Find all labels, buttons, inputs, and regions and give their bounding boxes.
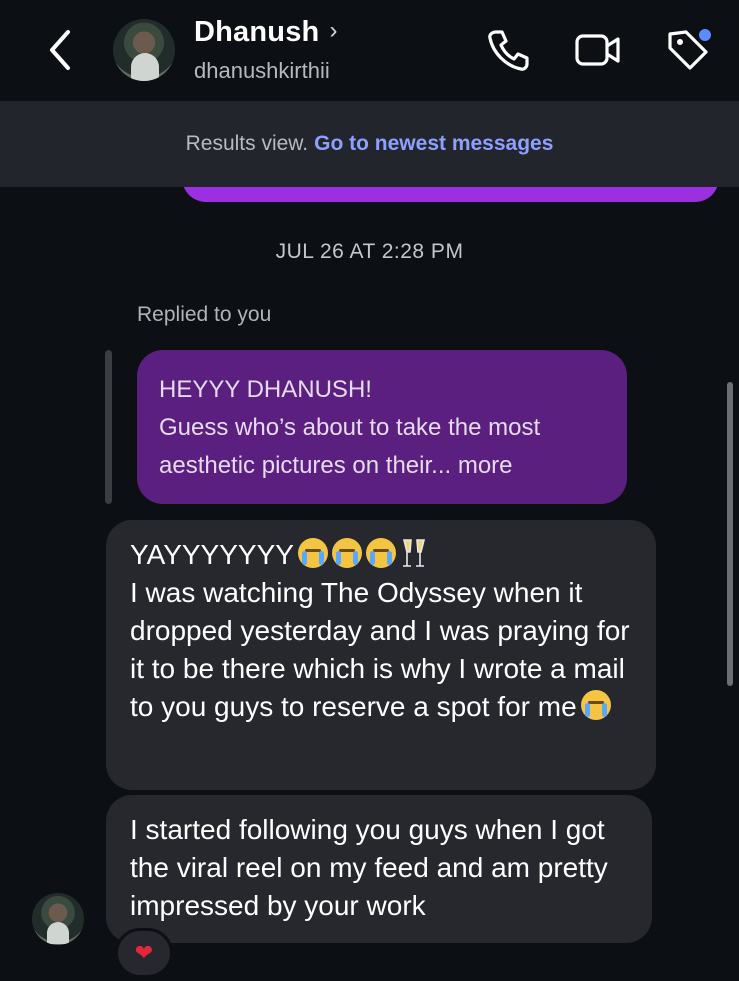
heart-icon: ❤: [134, 940, 154, 965]
replied-line: HEYYY DHANUSH!: [159, 376, 372, 403]
video-camera-icon: [575, 34, 620, 66]
call-button[interactable]: [482, 24, 534, 76]
results-banner: Results view. Go to newest messages: [0, 101, 739, 187]
crying-face-icon: [297, 538, 328, 568]
results-view-label: Results view.: [185, 132, 309, 155]
chevron-right-icon: ›: [329, 17, 338, 44]
replied-line: Guess who’s about to take the most: [159, 414, 541, 441]
video-call-button[interactable]: [572, 24, 624, 76]
message-text: I was watching The Odyssey when it dropp…: [130, 577, 630, 722]
contact-name: Dhanush: [194, 16, 320, 48]
message-timestamp: JUL 26 AT 2:28 PM: [275, 240, 464, 263]
go-to-newest-link[interactable]: Go to newest messages: [314, 132, 553, 155]
scrollbar[interactable]: [727, 382, 733, 686]
heart-reaction[interactable]: ❤: [115, 928, 173, 978]
crying-face-icon: [365, 538, 396, 568]
replied-label: Replied to you: [137, 303, 272, 326]
chat-header: Dhanush › dhanushkirthii: [0, 0, 739, 101]
chevron-left-icon: [50, 30, 70, 70]
reply-indicator-bar: [105, 350, 112, 504]
replied-line: aesthetic pictures on their... more: [159, 452, 513, 479]
incoming-message-bubble[interactable]: I started following you guys when I got …: [106, 795, 652, 943]
avatar[interactable]: [113, 19, 175, 81]
clinking-glasses-icon: [402, 539, 425, 567]
profile-name-link[interactable]: Dhanush ›: [194, 16, 337, 49]
message-first-line: YAYYYYYYY: [130, 539, 294, 570]
contact-username: dhanushkirthii: [194, 58, 330, 83]
message-text: I started following you guys when I got …: [130, 814, 608, 921]
replied-message-bubble[interactable]: HEYYY DHANUSH! Guess who’s about to take…: [137, 350, 627, 504]
tag-icon: [668, 27, 713, 70]
sender-avatar[interactable]: [32, 893, 84, 945]
phone-icon: [488, 30, 529, 71]
incoming-message-bubble[interactable]: YAYYYYYYY I was watching The Odyssey whe…: [106, 520, 656, 790]
back-button[interactable]: [40, 24, 84, 76]
crying-face-icon: [580, 690, 611, 720]
tag-button[interactable]: [662, 24, 714, 76]
crying-face-icon: [331, 538, 362, 568]
